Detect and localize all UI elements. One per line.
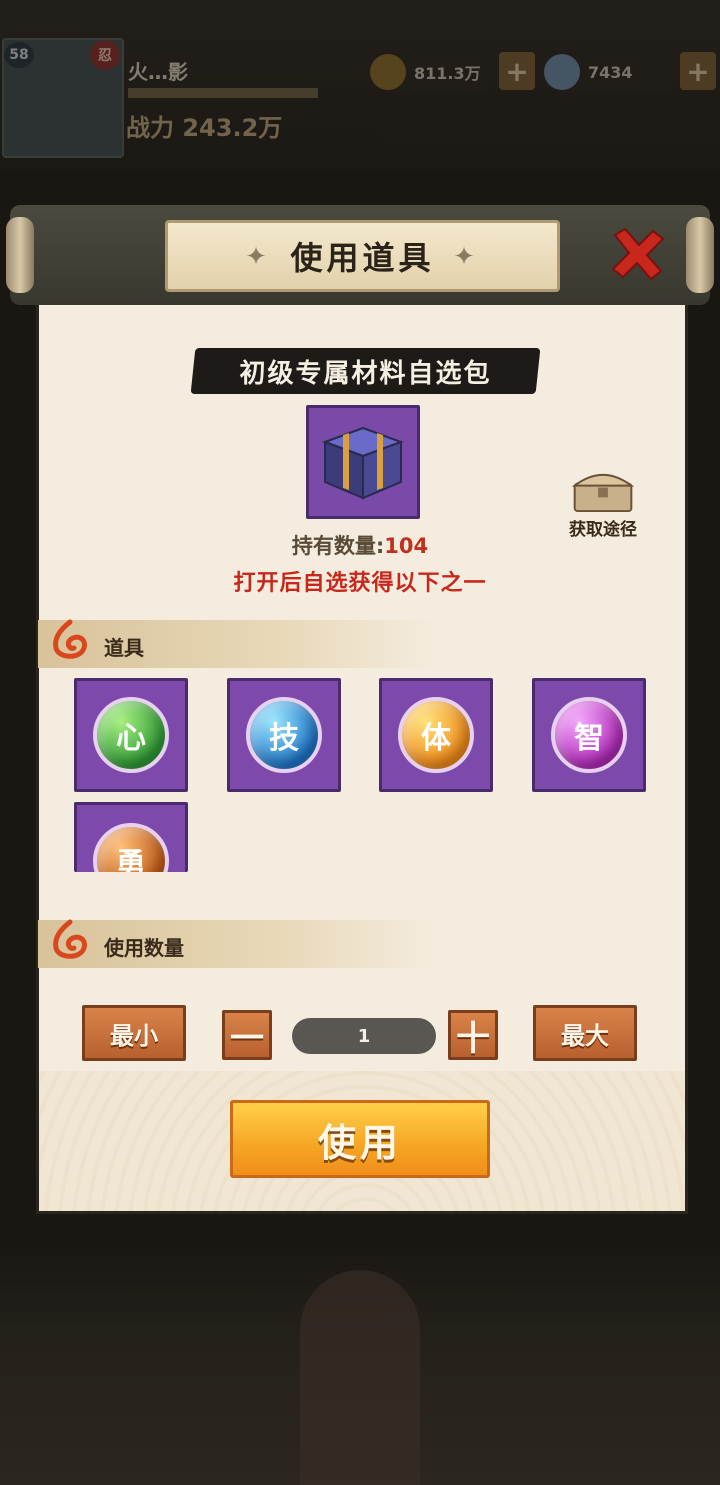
- player-name: 火…影: [128, 60, 188, 84]
- gem-counter: 7434: [542, 52, 682, 92]
- reward-item-brave[interactable]: 勇: [74, 802, 188, 872]
- level-badge: 58: [4, 42, 34, 68]
- decrease-button[interactable]: 一: [222, 1010, 272, 1060]
- gem-value: 7434: [588, 62, 633, 82]
- add-gold-button: +: [499, 52, 535, 90]
- coin-icon: [370, 54, 406, 90]
- exp-bar: [128, 88, 318, 98]
- reward-item-body[interactable]: 体: [379, 678, 493, 792]
- dialog-title-plate: 使用道具: [165, 220, 560, 292]
- held-count: 104: [384, 534, 429, 558]
- swirl-icon: [50, 618, 90, 662]
- reward-item-skill[interactable]: 技: [227, 678, 341, 792]
- blue-orb-icon: 技: [246, 697, 322, 773]
- selection-hint: 打开后自选获得以下之一: [233, 571, 487, 596]
- gift-box-icon: [322, 426, 404, 500]
- gold-counter: 811.3万: [368, 52, 496, 92]
- quantity-input[interactable]: [292, 1018, 436, 1054]
- shuriken-icon: ✦: [245, 242, 267, 272]
- dialog-title: 使用道具: [290, 239, 435, 277]
- gold-value: 811.3万: [414, 64, 481, 83]
- treasure-chest-icon: [571, 474, 635, 513]
- power-value: 战力 243.2万: [126, 114, 283, 142]
- orange-orb-icon: 体: [398, 697, 474, 773]
- section-title-items: 道具: [104, 636, 144, 660]
- background-character: [300, 1270, 420, 1485]
- purple-orb-icon: 智: [551, 697, 627, 773]
- section-header-items: [38, 620, 438, 668]
- increase-button[interactable]: 十: [448, 1010, 498, 1060]
- item-frame: [306, 405, 420, 519]
- max-button[interactable]: 最大: [533, 1005, 637, 1061]
- amber-orb-icon: 勇: [93, 823, 169, 872]
- ninja-badge: 忍: [90, 40, 120, 70]
- held-label: 持有数量:: [291, 534, 385, 558]
- background-hud: 58 忍 火…影 战力 243.2万 811.3万 + 7434 +: [0, 0, 720, 170]
- green-orb-icon: 心: [93, 697, 169, 773]
- gem-icon: [544, 54, 580, 90]
- close-button[interactable]: [608, 224, 668, 284]
- section-header-quantity: [38, 920, 438, 968]
- held-quantity: 持有数量:104: [0, 530, 720, 560]
- close-icon: [611, 227, 665, 281]
- shuriken-icon: ✦: [453, 242, 475, 272]
- item-name: 初级专属材料自选包: [239, 358, 492, 389]
- min-button[interactable]: 最小: [82, 1005, 186, 1061]
- section-title-quantity: 使用数量: [104, 936, 184, 960]
- swirl-icon: [50, 918, 90, 962]
- reward-item-heart[interactable]: 心: [74, 678, 188, 792]
- reward-item-wisdom[interactable]: 智: [532, 678, 646, 792]
- use-button[interactable]: 使用: [230, 1100, 490, 1178]
- add-gem-button: +: [680, 52, 716, 90]
